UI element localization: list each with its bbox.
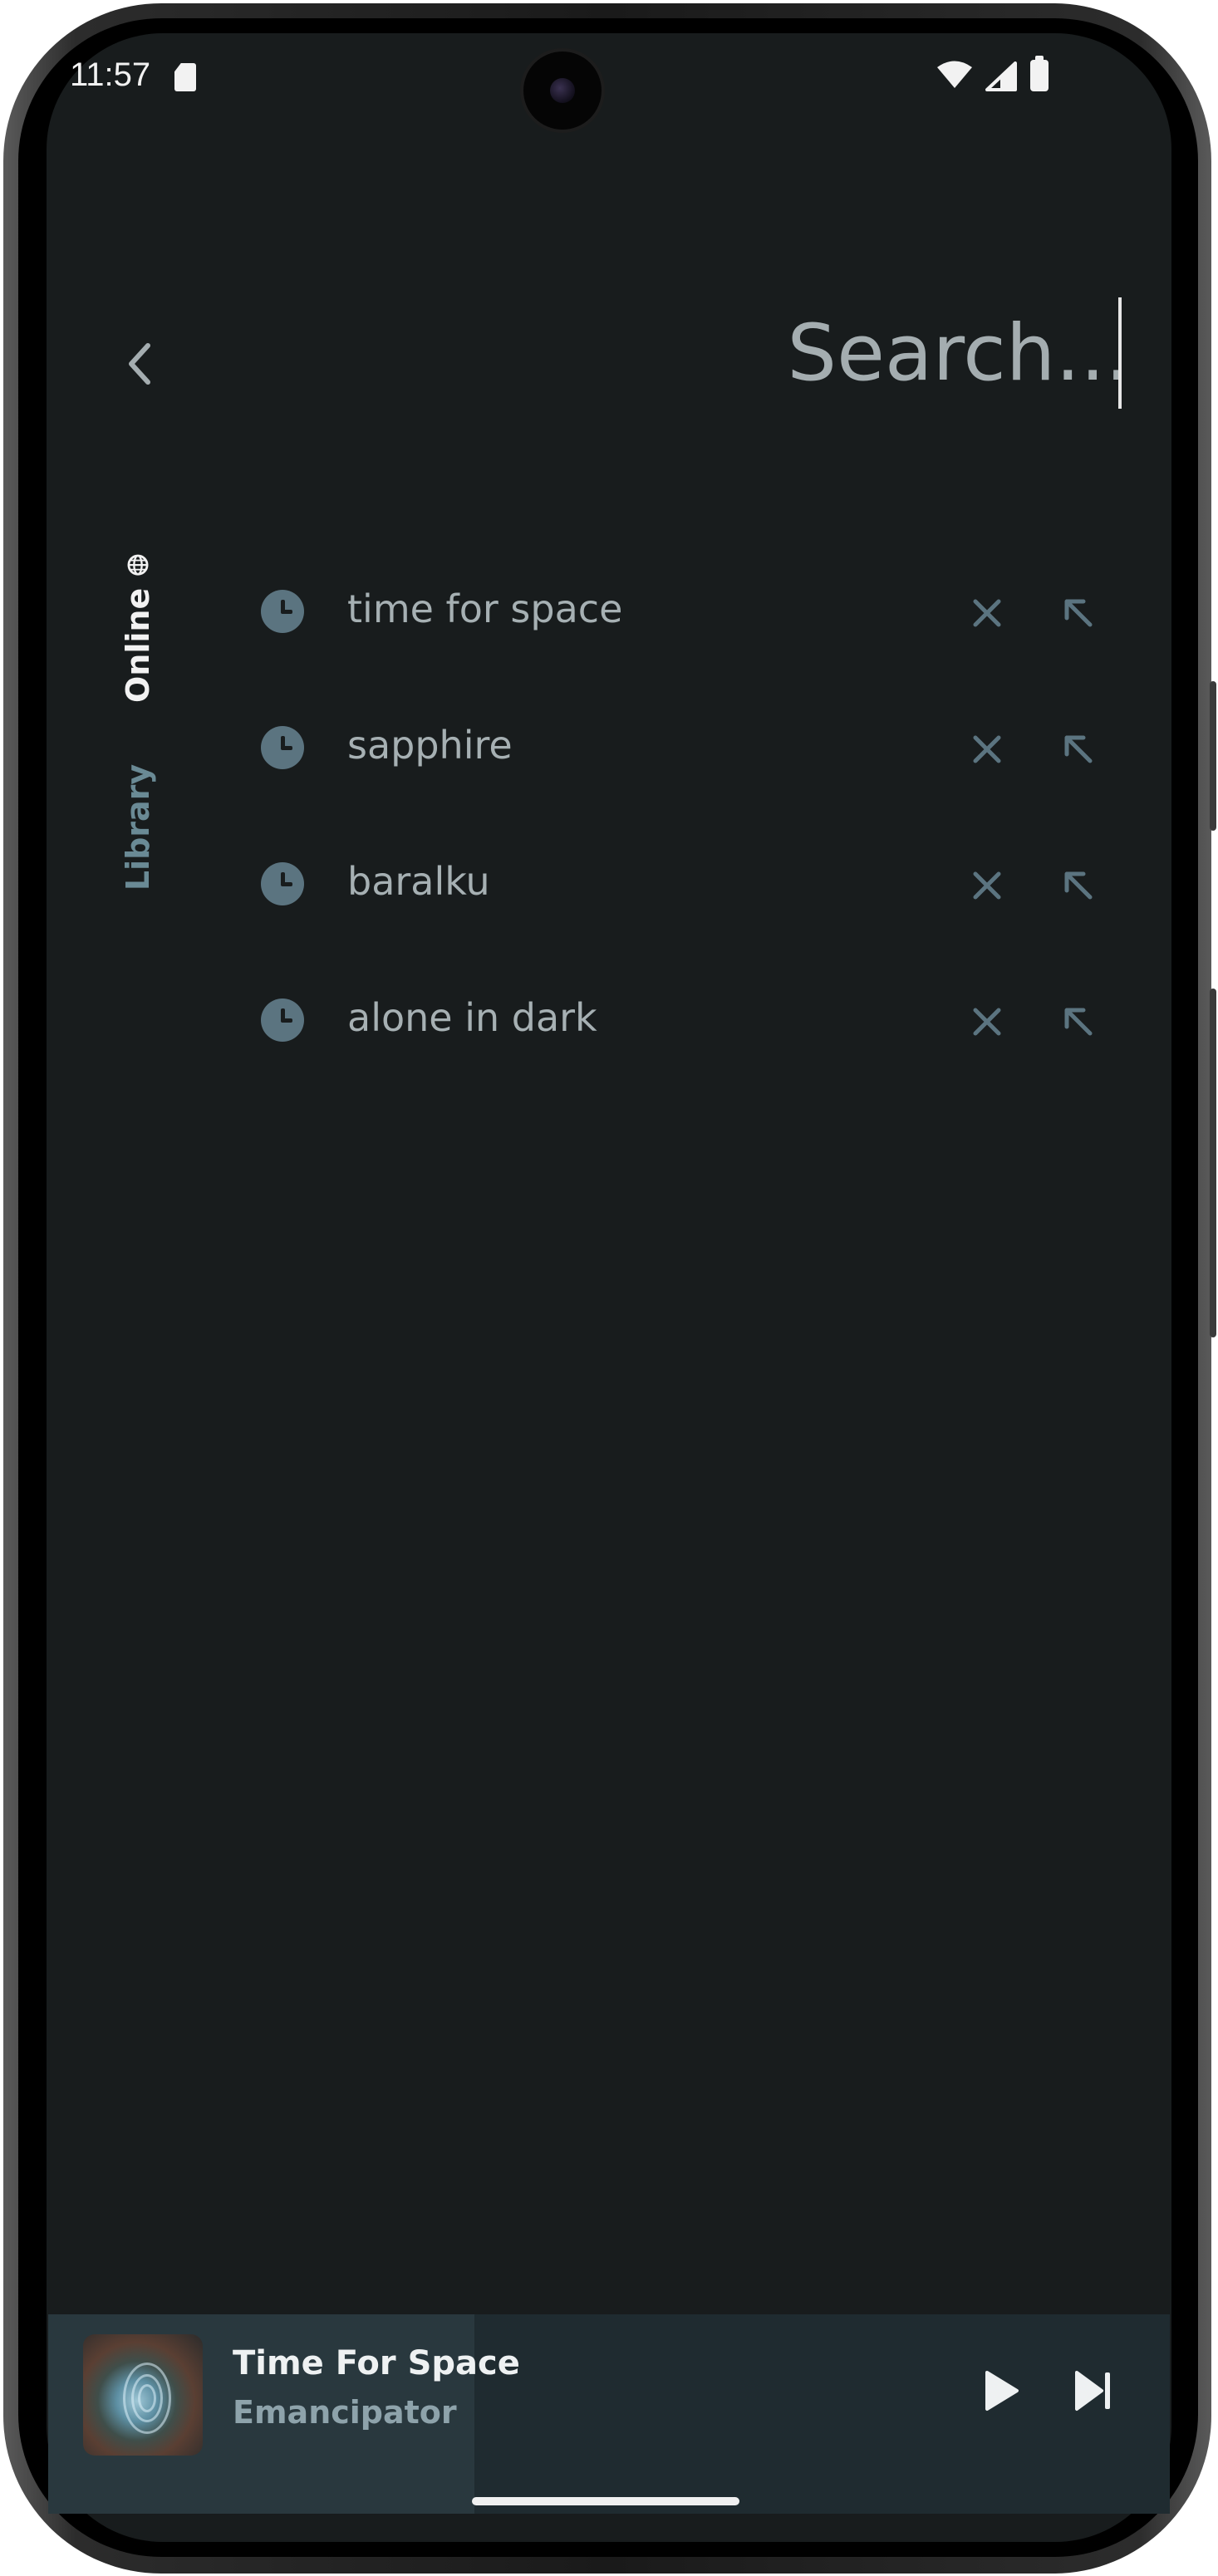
clock-icon — [261, 590, 304, 633]
clock-icon — [261, 862, 304, 905]
arrow-up-left-icon — [1064, 1008, 1093, 1036]
history-item[interactable]: time for space — [241, 547, 1122, 683]
play-icon — [985, 2371, 1019, 2411]
clock-icon — [261, 726, 304, 769]
tab-library[interactable]: Library — [113, 753, 163, 902]
track-title: Time For Space — [233, 2344, 520, 2382]
fill-query-button[interactable] — [1049, 583, 1108, 643]
app-screen — [47, 33, 1171, 2542]
remove-history-button[interactable] — [957, 992, 1017, 1052]
history-item-text: sapphire — [347, 723, 513, 768]
arrow-up-left-icon — [1064, 599, 1093, 627]
globe-icon — [127, 554, 149, 576]
chevron-left-icon — [129, 343, 150, 385]
history-item-text: time for space — [347, 586, 623, 631]
power-button — [1210, 681, 1216, 831]
device-frame: 11:57 Online Library time for space — [0, 0, 1218, 2576]
close-icon — [973, 1008, 1001, 1036]
mini-player[interactable]: Time For Space Emancipator — [48, 2314, 1170, 2514]
play-button[interactable] — [969, 2358, 1035, 2424]
battery-icon — [1030, 56, 1049, 91]
status-time: 11:57 — [70, 56, 151, 93]
skip-next-icon — [1075, 2371, 1110, 2411]
arrow-up-left-icon — [1064, 871, 1093, 900]
history-item[interactable]: alone in dark — [241, 955, 1122, 1092]
search-input[interactable] — [498, 299, 1130, 407]
history-item-text: alone in dark — [347, 995, 597, 1040]
close-icon — [973, 871, 1001, 900]
remove-history-button[interactable] — [957, 583, 1017, 643]
history-item[interactable]: baralku — [241, 819, 1122, 955]
fill-query-button[interactable] — [1049, 719, 1108, 779]
back-button[interactable] — [100, 324, 179, 404]
text-caret — [1118, 297, 1122, 409]
tab-online[interactable]: Online — [113, 553, 163, 703]
front-camera — [523, 52, 602, 130]
fill-query-button[interactable] — [1049, 992, 1108, 1052]
history-item-text: baralku — [347, 859, 490, 904]
fill-query-button[interactable] — [1049, 856, 1108, 915]
close-icon — [973, 599, 1001, 627]
search-history-list: time for space sapphire baralku alone in… — [241, 547, 1122, 1092]
wifi-icon — [937, 61, 972, 88]
remove-history-button[interactable] — [957, 856, 1017, 915]
volume-button — [1210, 989, 1216, 1337]
remove-history-button[interactable] — [957, 719, 1017, 779]
album-art — [83, 2334, 203, 2456]
close-icon — [973, 735, 1001, 763]
tab-online-label: Online — [120, 587, 156, 703]
clock-icon — [261, 999, 304, 1042]
track-artist: Emancipator — [233, 2394, 457, 2431]
signal-icon — [985, 61, 1017, 91]
skip-next-button[interactable] — [1060, 2358, 1127, 2424]
history-item[interactable]: sapphire — [241, 683, 1122, 819]
home-indicator[interactable] — [472, 2497, 739, 2505]
tab-library-label: Library — [120, 763, 156, 891]
arrow-up-left-icon — [1064, 735, 1093, 763]
